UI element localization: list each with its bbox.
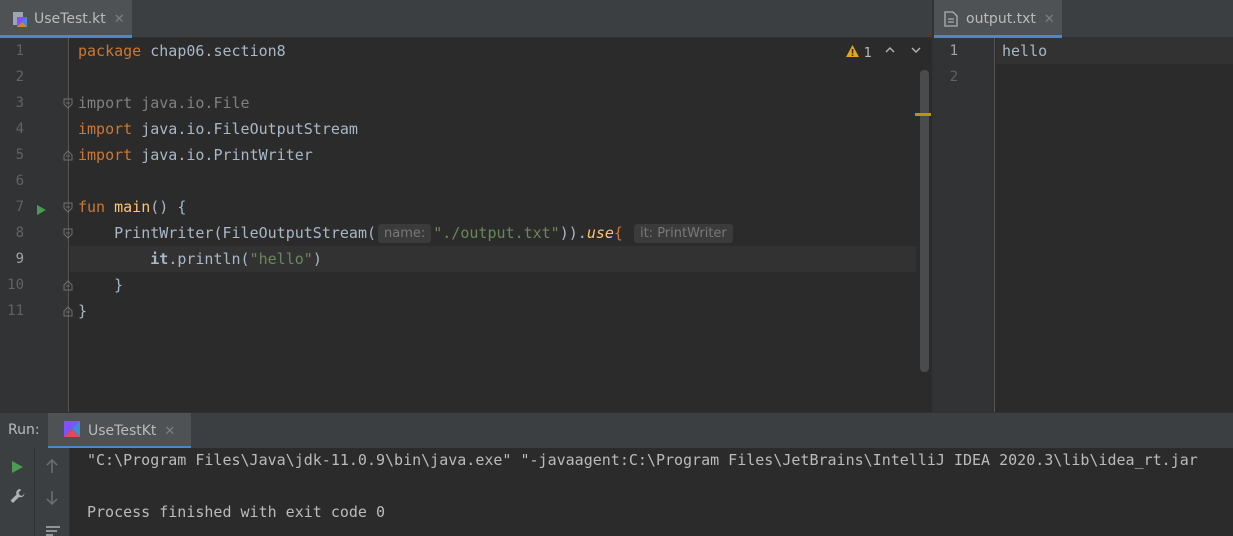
code-line: import java.io.FileOutputStream	[78, 120, 358, 138]
rerun-icon[interactable]	[11, 459, 24, 478]
editor-tabbar: UseTest.kt ✕	[0, 0, 932, 38]
run-tab-label: UseTestKt	[88, 423, 157, 439]
code-line: import java.io.PrintWriter	[78, 146, 313, 164]
arrow-down-icon[interactable]	[45, 490, 59, 510]
line-number: 1	[949, 43, 958, 59]
parameter-hint: name:	[378, 224, 432, 243]
code-editor[interactable]: 1 2 3 4 5 6 7 8 9 10 11 package chap06.s…	[0, 38, 932, 412]
run-tab-usetestkt[interactable]: UseTestKt ✕	[48, 413, 192, 449]
tab-usetest-kt[interactable]: UseTest.kt ✕	[0, 0, 132, 38]
code-line: import java.io.File	[78, 94, 250, 112]
line-number: 1	[15, 43, 24, 59]
line-number: 3	[15, 95, 24, 111]
gutter	[934, 38, 995, 412]
run-gutter-icon[interactable]	[36, 201, 47, 220]
warnings-indicator[interactable]: 1	[845, 44, 872, 62]
code-line: fun main() {	[78, 198, 187, 216]
output-file-editor[interactable]: 1 2 hello	[934, 38, 1233, 412]
code-line: package chap06.section8	[78, 42, 286, 60]
code-line: it.println("hello")	[150, 250, 322, 268]
close-icon[interactable]: ✕	[164, 424, 175, 439]
code-line: }	[78, 302, 88, 320]
run-console[interactable]: "C:\Program Files\Java\jdk-11.0.9\bin\ja…	[0, 448, 1233, 536]
code-line: PrintWriter(FileOutputStream(name: "./out…	[78, 220, 735, 246]
line-number: 2	[15, 69, 24, 85]
soft-wrap-icon[interactable]	[45, 522, 61, 536]
tab-label: UseTest.kt	[34, 11, 106, 27]
fold-marker-icon[interactable]	[63, 228, 73, 239]
code-line: }	[114, 276, 124, 294]
warning-icon	[845, 44, 860, 62]
warning-count: 1	[863, 45, 872, 61]
line-number: 8	[15, 225, 24, 241]
fold-marker-icon[interactable]	[63, 98, 73, 109]
close-icon[interactable]: ✕	[114, 12, 125, 27]
line-number: 5	[15, 147, 24, 163]
arrow-up-icon[interactable]	[45, 458, 59, 478]
text-file-icon	[944, 11, 958, 27]
fold-marker-icon[interactable]	[63, 306, 73, 317]
chevron-down-icon[interactable]	[910, 44, 922, 60]
console-command-line: "C:\Program Files\Java\jdk-11.0.9\bin\ja…	[87, 451, 1198, 469]
tab-output-txt[interactable]: output.txt ✕	[934, 0, 1062, 38]
close-icon[interactable]: ✕	[1044, 12, 1055, 27]
fold-marker-icon[interactable]	[63, 202, 73, 213]
fold-marker-icon[interactable]	[63, 150, 73, 161]
fold-marker-icon[interactable]	[63, 280, 73, 291]
run-label: Run:	[8, 422, 40, 438]
kotlin-file-icon	[12, 11, 28, 27]
kotlin-icon	[64, 421, 80, 441]
stop-icon[interactable]	[10, 530, 24, 536]
line-number: 10	[7, 277, 24, 293]
run-toolbar-left	[0, 448, 35, 536]
run-toolbar-right	[35, 448, 70, 536]
warning-stripe-marker[interactable]	[915, 113, 931, 116]
line-number: 9	[15, 251, 24, 267]
line-number: 11	[7, 303, 24, 319]
tab-label: output.txt	[966, 11, 1036, 27]
chevron-up-icon[interactable]	[884, 44, 896, 60]
run-toolwindow-header: Run: UseTestKt ✕	[0, 412, 1233, 449]
line-number: 2	[949, 69, 958, 85]
line-number: 7	[15, 199, 24, 215]
output-tabbar: output.txt ✕	[934, 0, 1233, 38]
wrench-icon[interactable]	[9, 488, 26, 509]
console-exit-line: Process finished with exit code 0	[87, 503, 386, 521]
line-number: 6	[15, 173, 24, 189]
line-number: 4	[15, 121, 24, 137]
file-content: hello	[1002, 42, 1048, 60]
type-hint: it: PrintWriter	[633, 224, 733, 243]
